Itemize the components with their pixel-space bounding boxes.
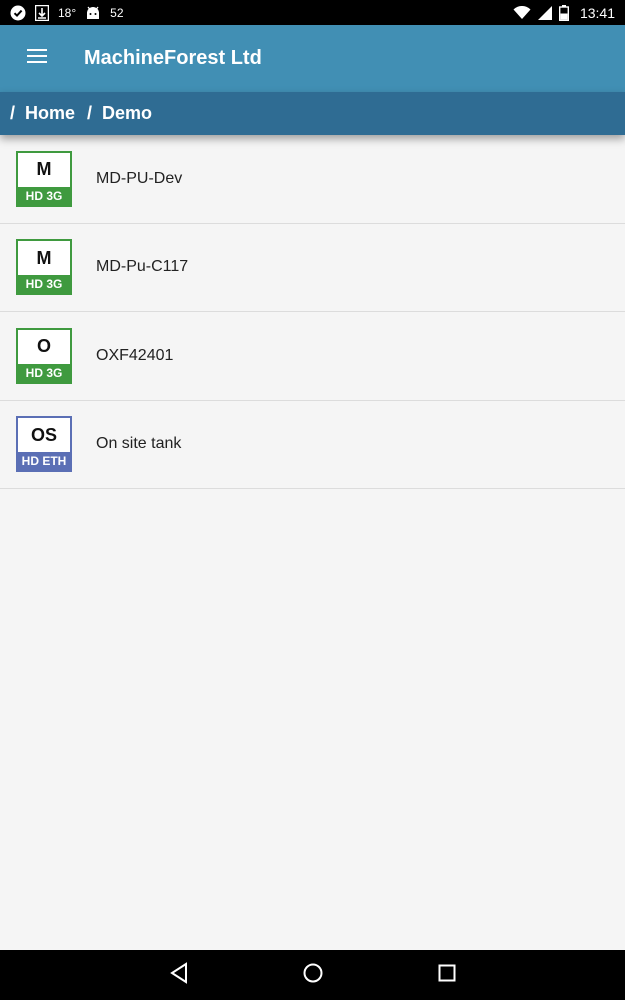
device-name: On site tank (96, 435, 182, 453)
breadcrumb: / Home / Demo (0, 92, 625, 135)
home-button[interactable] (296, 958, 330, 992)
status-bar-left: 18° 52 (10, 4, 124, 21)
temperature-text: 18° (58, 5, 77, 20)
device-name: MD-Pu-C117 (96, 258, 189, 276)
device-list: M HD 3G MD-PU-Dev M HD 3G MD-Pu-C117 O H… (0, 135, 625, 489)
device-badge: M HD 3G (16, 239, 72, 296)
back-button[interactable] (162, 958, 196, 992)
badge-type: HD 3G (18, 275, 70, 294)
device-badge: O HD 3G (16, 327, 72, 384)
badge-type: HD 3G (18, 186, 70, 205)
download-icon (35, 4, 49, 21)
badge-type: HD 3G (18, 363, 70, 382)
battery-percent-text: 52 (110, 5, 124, 20)
navigation-bar (0, 950, 625, 1000)
recents-button[interactable] (430, 958, 464, 992)
back-icon (169, 961, 189, 989)
badge-letter: OS (30, 424, 57, 445)
hamburger-menu-icon (27, 48, 47, 69)
wifi-icon (513, 5, 531, 20)
status-bar: 18° 52 13:41 (0, 0, 625, 25)
android-icon (85, 6, 101, 20)
battery-icon (558, 4, 569, 21)
breadcrumb-demo[interactable]: Demo (102, 103, 152, 124)
badge-letter: M (36, 159, 52, 180)
app-bar: MachineForest Ltd (0, 25, 625, 92)
list-item[interactable]: O HD 3G OXF42401 (0, 312, 625, 401)
device-badge: M HD 3G (16, 150, 72, 207)
clock-text: 13:41 (579, 4, 615, 21)
badge-letter: O (36, 336, 51, 357)
device-name: OXF42401 (96, 346, 174, 364)
breadcrumb-separator: / (10, 103, 16, 123)
breadcrumb-home[interactable]: Home (25, 103, 75, 124)
status-bar-right: 13:41 (513, 4, 615, 21)
device-badge: OS HD ETH (16, 416, 72, 473)
badge-letter: M (36, 247, 52, 268)
list-item[interactable]: OS HD ETH On site tank (0, 401, 625, 489)
app-title: MachineForest Ltd (84, 47, 262, 69)
list-item[interactable]: M HD 3G MD-PU-Dev (0, 135, 625, 224)
home-icon (302, 962, 324, 989)
recents-icon (437, 963, 457, 988)
signal-icon (537, 5, 552, 20)
breadcrumb-separator: / (87, 103, 93, 123)
menu-button[interactable] (0, 25, 74, 92)
list-item[interactable]: M HD 3G MD-Pu-C117 (0, 224, 625, 312)
badge-type: HD ETH (18, 452, 70, 471)
device-name: MD-PU-Dev (96, 169, 183, 187)
check-circle-icon (10, 5, 26, 21)
